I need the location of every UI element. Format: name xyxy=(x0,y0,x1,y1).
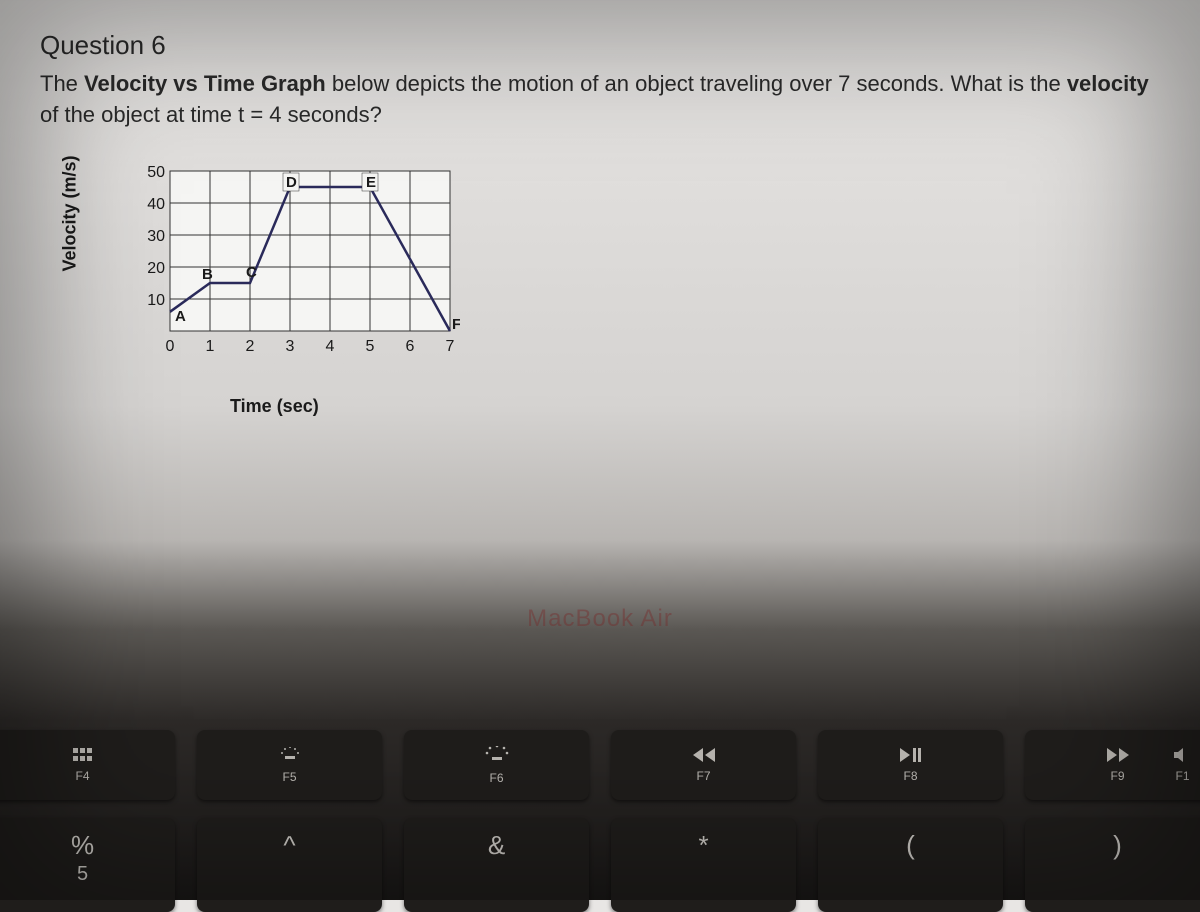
point-label-B: B xyxy=(202,266,213,283)
ytick-20: 20 xyxy=(147,260,165,277)
q-text-1: The xyxy=(40,71,84,96)
x-axis-label: Time (sec) xyxy=(230,396,319,417)
ytick-10: 10 xyxy=(147,292,165,309)
q-text-3: of the object at time t = 4 seconds? xyxy=(40,102,382,127)
key-6-caret[interactable]: ^ xyxy=(197,818,382,912)
point-label-C: C xyxy=(246,264,257,281)
key-5-percent[interactable]: % 5 xyxy=(0,818,175,912)
key-f4[interactable]: F4 xyxy=(0,730,175,800)
f5-label: F5 xyxy=(282,770,296,784)
key-f10-edge[interactable]: F1 xyxy=(1160,730,1200,800)
question-number: Question 6 xyxy=(40,30,1160,61)
f7-label: F7 xyxy=(696,769,710,783)
asterisk-symbol: * xyxy=(698,830,708,861)
point-label-A: A xyxy=(175,308,186,325)
f4-label: F4 xyxy=(75,769,89,783)
xtick-5: 5 xyxy=(366,338,375,355)
rewind-icon xyxy=(693,747,715,765)
xtick-2: 2 xyxy=(246,338,255,355)
velocity-time-chart: Velocity (m/s) xyxy=(90,161,490,441)
xtick-3: 3 xyxy=(286,338,295,355)
key-f7[interactable]: F7 xyxy=(611,730,796,800)
laptop-brand-label: MacBook Air xyxy=(0,605,1200,633)
ampersand-symbol: & xyxy=(488,830,505,861)
key-0-paren-close[interactable]: ) xyxy=(1025,818,1200,912)
xtick-1: 1 xyxy=(206,338,215,355)
f6-label: F6 xyxy=(489,771,503,785)
xtick-0: 0 xyxy=(166,338,175,355)
digit-5: 5 xyxy=(77,863,88,886)
q-text-2: below depicts the motion of an object tr… xyxy=(326,71,1067,96)
key-8-asterisk[interactable]: * xyxy=(611,818,796,912)
y-axis-label: Velocity (m/s) xyxy=(60,155,81,271)
key-f6[interactable]: F6 xyxy=(404,730,589,800)
keyboard-brightness-up-icon xyxy=(485,746,509,767)
f8-label: F8 xyxy=(903,769,917,783)
key-f8[interactable]: F8 xyxy=(818,730,1003,800)
point-label-F: F xyxy=(452,316,460,333)
question-text: The Velocity vs Time Graph below depicts… xyxy=(40,69,1160,131)
q-bold-1: Velocity vs Time Graph xyxy=(84,71,326,96)
paren-close-symbol: ) xyxy=(1113,830,1122,861)
ytick-50: 50 xyxy=(147,164,165,181)
key-f5[interactable]: F5 xyxy=(197,730,382,800)
point-label-E: E xyxy=(366,174,376,191)
paren-open-symbol: ( xyxy=(906,830,915,861)
caret-symbol: ^ xyxy=(283,830,295,861)
f10-label: F1 xyxy=(1175,769,1189,783)
f9-label: F9 xyxy=(1110,769,1124,783)
xtick-6: 6 xyxy=(406,338,415,355)
q-bold-2: velocity xyxy=(1067,71,1149,96)
xtick-4: 4 xyxy=(326,338,335,355)
keyboard: 0 F4 F5 F6 F7 F8 F9 F1 $ xyxy=(0,700,1200,900)
play-pause-icon xyxy=(900,747,922,765)
point-label-D: D xyxy=(286,174,297,191)
mute-icon xyxy=(1174,747,1192,765)
launchpad-icon xyxy=(73,747,93,765)
chart-svg: 50 40 30 20 10 0 1 2 3 4 5 6 7 A xyxy=(140,161,460,381)
percent-symbol: % xyxy=(71,830,94,861)
fast-forward-icon xyxy=(1107,747,1129,765)
key-7-ampersand[interactable]: & xyxy=(404,818,589,912)
xtick-7: 7 xyxy=(446,338,455,355)
key-9-paren-open[interactable]: ( xyxy=(818,818,1003,912)
keyboard-brightness-down-icon xyxy=(279,747,301,766)
ytick-30: 30 xyxy=(147,228,165,245)
ytick-40: 40 xyxy=(147,196,165,213)
